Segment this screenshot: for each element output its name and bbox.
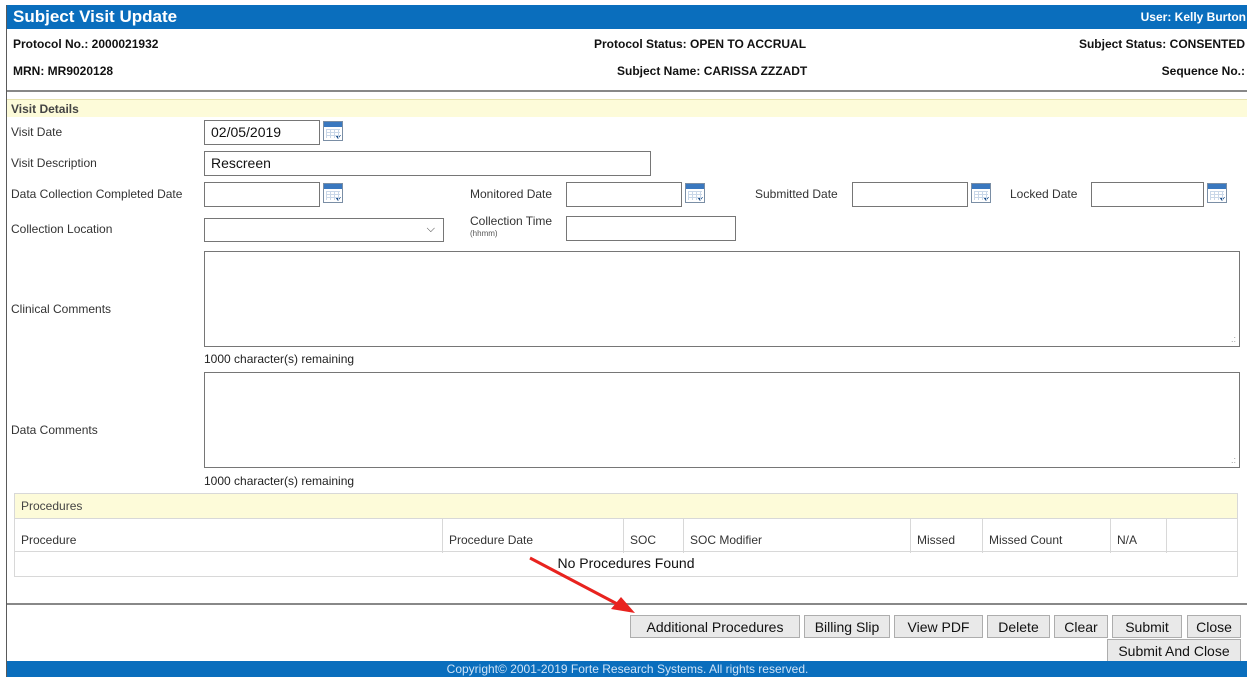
title-bar: Subject Visit Update User: Kelly Burton — [7, 5, 1247, 29]
collection-location-label: Collection Location — [11, 222, 113, 236]
monitored-date-input[interactable] — [566, 182, 682, 207]
data-comments-textarea[interactable]: .: — [204, 372, 1240, 468]
submit-button[interactable]: Submit — [1112, 615, 1182, 638]
protocol-no: Protocol No.: 2000021932 — [13, 37, 159, 51]
visit-details-header: Visit Details — [7, 99, 1247, 117]
view-pdf-button[interactable]: View PDF — [894, 615, 983, 638]
submitted-date-label: Submitted Date — [755, 187, 838, 201]
sequence-no: Sequence No.: — [1161, 64, 1245, 78]
visit-date-input[interactable]: 02/05/2019 — [204, 120, 320, 145]
col-blank — [1166, 519, 1237, 553]
header-divider — [7, 90, 1247, 92]
locked-date-label: Locked Date — [1010, 187, 1078, 201]
col-soc-modifier: SOC Modifier — [683, 519, 910, 553]
visit-date-calendar-icon[interactable] — [323, 121, 343, 141]
data-collection-date-calendar-icon[interactable] — [323, 183, 343, 203]
data-comments-label: Data Comments — [11, 423, 98, 437]
monitored-date-label: Monitored Date — [470, 187, 553, 201]
subject-status: Subject Status: CONSENTED — [1078, 37, 1245, 51]
procedures-header: Procedures — [15, 494, 1237, 518]
window-title: Subject Visit Update — [13, 7, 178, 26]
submitted-date-input[interactable] — [852, 182, 968, 207]
resize-grip-icon[interactable]: .: — [1231, 456, 1236, 465]
delete-button[interactable]: Delete — [987, 615, 1050, 638]
collection-location-select[interactable]: ⌵ — [204, 218, 444, 242]
subject-visit-window: Subject Visit Update User: Kelly Burton … — [6, 5, 1247, 677]
protocol-status: Protocol Status: OPEN TO ACCRUAL — [594, 37, 807, 51]
additional-procedures-button[interactable]: Additional Procedures — [630, 615, 800, 638]
clinical-comments-textarea[interactable]: .: — [204, 251, 1240, 347]
visit-date-label: Visit Date — [11, 125, 63, 139]
billing-slip-button[interactable]: Billing Slip — [804, 615, 890, 638]
procedures-columns: Procedure Procedure Date SOC SOC Modifie… — [15, 518, 1237, 553]
submitted-date-calendar-icon[interactable] — [971, 183, 991, 203]
clear-button[interactable]: Clear — [1054, 615, 1108, 638]
collection-time-hint: (hhmm) — [470, 229, 498, 238]
subject-name: Subject Name: CARISSA ZZZADT — [617, 64, 808, 78]
col-procedure-date: Procedure Date — [442, 519, 623, 553]
col-missed-count: Missed Count — [982, 519, 1110, 553]
monitored-date-calendar-icon[interactable] — [685, 183, 705, 203]
arrow-head — [611, 597, 635, 613]
user-name: User: Kelly Burton — [1140, 10, 1246, 24]
arrow-shaft — [529, 556, 624, 609]
data-comments-remaining: 1000 character(s) remaining — [204, 474, 355, 488]
collection-time-label: Collection Time (hhmm) — [470, 214, 553, 238]
red-arrow-annotation — [529, 556, 635, 613]
locked-date-input[interactable] — [1091, 182, 1204, 207]
col-na: N/A — [1110, 519, 1166, 553]
locked-date-calendar-icon[interactable] — [1207, 183, 1227, 203]
clinical-comments-label: Clinical Comments — [11, 302, 112, 316]
close-button[interactable]: Close — [1187, 615, 1241, 638]
resize-grip-icon[interactable]: .: — [1231, 335, 1236, 344]
visit-description-label: Visit Description — [11, 156, 97, 170]
data-collection-completed-date-label: Data Collection Completed Date — [11, 187, 183, 201]
col-procedure: Procedure — [21, 533, 77, 547]
col-missed: Missed — [910, 519, 982, 553]
collection-time-input[interactable] — [566, 216, 736, 241]
submit-and-close-button[interactable]: Submit And Close — [1107, 639, 1241, 662]
mrn: MRN: MR9020128 — [13, 64, 114, 78]
visit-description-input[interactable]: Rescreen — [204, 151, 651, 176]
data-collection-completed-date-input[interactable] — [204, 182, 320, 207]
clinical-comments-remaining: 1000 character(s) remaining — [204, 352, 355, 366]
col-soc: SOC — [623, 519, 683, 553]
footer-copyright: Copyright© 2001-2019 Forte Research Syst… — [7, 661, 1247, 677]
chevron-down-icon: ⌵ — [426, 223, 435, 235]
